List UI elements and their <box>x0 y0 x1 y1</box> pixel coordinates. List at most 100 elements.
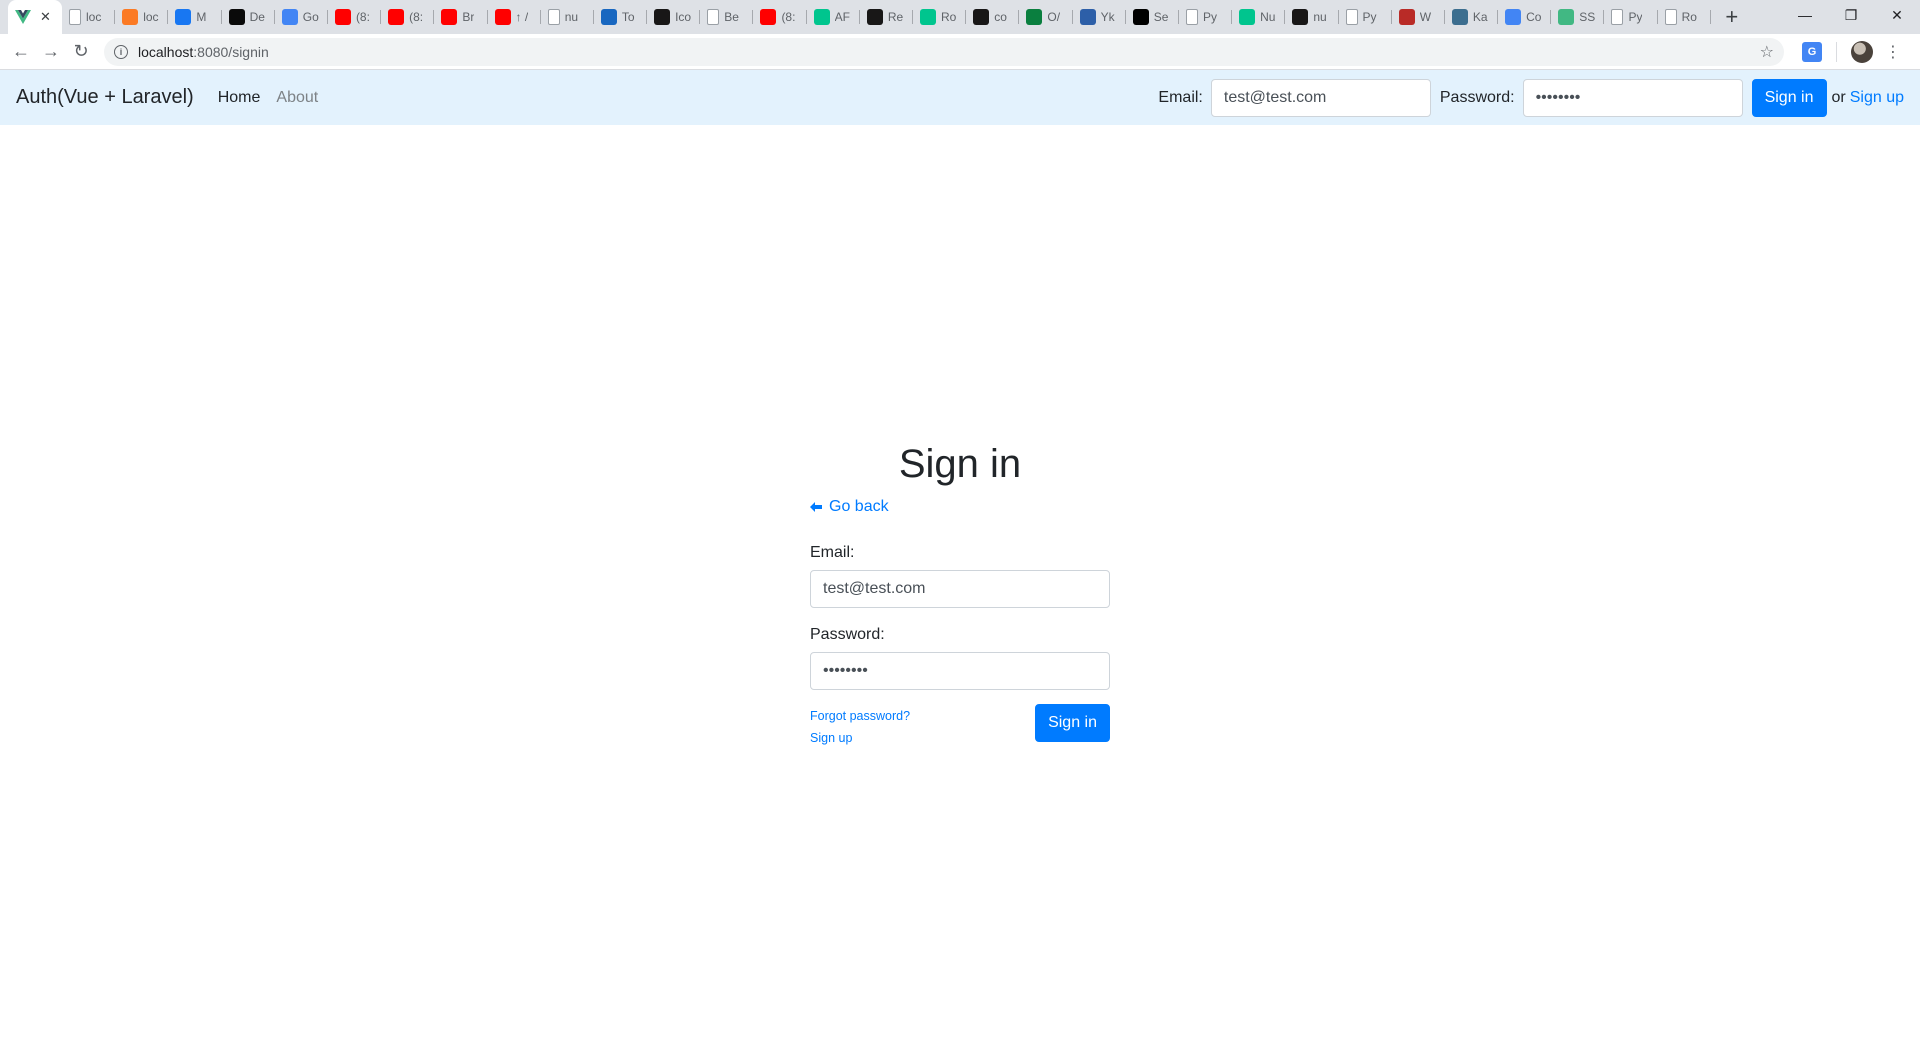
url-path: :8080/signin <box>193 43 269 60</box>
youtube-icon <box>441 9 458 25</box>
tab-title: co <box>994 10 1007 24</box>
address-bar[interactable]: i localhost:8080/signin ☆ <box>104 37 1784 66</box>
signup-link[interactable]: Sign up <box>810 731 910 745</box>
browser-tab[interactable]: loc <box>62 0 116 34</box>
forgot-password-link[interactable]: Forgot password? <box>810 709 910 723</box>
reload-icon[interactable]: ↻ <box>66 37 96 67</box>
navbar-signin-button[interactable]: Sign in <box>1751 78 1827 117</box>
bookmark-star-icon[interactable]: ☆ <box>1760 42 1774 62</box>
new-tab-button[interactable]: + <box>1715 0 1749 34</box>
browser-tab[interactable]: W <box>1392 0 1445 34</box>
navbar-password-input[interactable] <box>1522 78 1743 117</box>
profile-avatar[interactable] <box>1851 40 1873 63</box>
page-title: Sign in <box>898 442 1022 486</box>
tab-title: W <box>1419 10 1432 24</box>
tab-title: Nu <box>1260 10 1276 24</box>
github-icon <box>1292 9 1309 25</box>
tab-title: Br <box>462 10 475 24</box>
tab-title: (8: <box>409 10 424 24</box>
browser-tab[interactable]: Ro <box>913 0 967 34</box>
tab-title: Ka <box>1472 10 1488 24</box>
google-translate-extension-icon[interactable]: G <box>1802 41 1822 62</box>
browser-tab[interactable]: loc <box>115 0 169 34</box>
browser-tab[interactable]: Py <box>1604 0 1658 34</box>
tab-active[interactable]: ✕ <box>8 0 62 34</box>
signin-button[interactable]: Sign in <box>1035 704 1110 742</box>
tab-title: Py <box>1628 10 1643 24</box>
youtube-icon <box>760 9 777 25</box>
restore-icon[interactable]: ❐ <box>1828 0 1874 30</box>
password-field[interactable] <box>810 652 1110 690</box>
tab-title: Se <box>1153 10 1169 24</box>
tab-title: (8: <box>355 10 370 24</box>
nav-link-about[interactable]: About <box>276 89 318 107</box>
google-translate-icon <box>281 9 298 25</box>
browser-tab[interactable]: Re <box>860 0 913 34</box>
browser-tab[interactable]: Ka <box>1445 0 1499 34</box>
navbar-signup-link[interactable]: Sign up <box>1850 89 1904 107</box>
password-label: Password: <box>810 626 885 643</box>
facebook-icon <box>175 9 192 25</box>
vue-icon <box>15 9 31 25</box>
browser-tab[interactable]: Py <box>1179 0 1233 34</box>
page-icon <box>1185 9 1198 25</box>
tab-title: nu <box>1313 10 1327 24</box>
browser-tab[interactable]: Yk <box>1073 0 1126 34</box>
browser-tab[interactable]: (8: <box>328 0 382 34</box>
tab-title: Re <box>887 10 904 24</box>
tab-title: Py <box>1202 10 1217 24</box>
browser-tab[interactable]: Se <box>1126 0 1179 34</box>
tab-title: Ico <box>675 10 692 24</box>
browser-tab[interactable]: O/ <box>1019 0 1073 34</box>
browser-tab[interactable]: M <box>168 0 222 34</box>
browser-tab[interactable]: nu <box>1285 0 1339 34</box>
browser-tab[interactable]: Ro <box>1658 0 1711 34</box>
site-info-icon[interactable]: i <box>114 44 128 59</box>
back-arrow-icon[interactable]: ← <box>6 37 36 67</box>
browser-tab-strip: ✕ loc loc M De Go (8: (8: Br ↑ / nu To Ico Be (8: AF Re… <box>0 0 1920 34</box>
page-icon <box>1611 9 1624 25</box>
browser-tab[interactable]: co <box>966 0 1020 34</box>
tab-title: loc <box>143 10 159 24</box>
window-controls: — ❐ ✕ <box>1782 0 1920 30</box>
page-icon <box>707 9 720 25</box>
inactive-tabs: loc loc M De Go (8: (8: Br ↑ / nu To Ico Be (8: AF Re Ro… <box>62 0 1711 34</box>
browser-tab[interactable]: AF <box>807 0 860 34</box>
browser-tab[interactable]: nu <box>541 0 594 34</box>
signin-panel: Sign in Go back Email: Password: Forgot … <box>810 440 1110 753</box>
browser-tab[interactable]: De <box>222 0 275 34</box>
navbar-email-label: Email: <box>1158 88 1203 106</box>
browser-tab[interactable]: ↑ / <box>488 0 541 34</box>
forward-arrow-icon[interactable]: → <box>36 37 66 67</box>
minimize-icon[interactable]: — <box>1782 0 1828 30</box>
browser-tab[interactable]: Co <box>1498 0 1552 34</box>
tab-title: To <box>621 10 635 24</box>
close-tab-icon[interactable]: ✕ <box>40 9 51 25</box>
browser-menu-icon[interactable]: ⋮ <box>1883 42 1903 62</box>
tab-title: nu <box>564 10 579 24</box>
browser-tab[interactable]: Br <box>434 0 488 34</box>
app-navbar: Auth(Vue + Laravel) Home About Email: Pa… <box>0 70 1920 125</box>
browser-tab[interactable]: Be <box>700 0 754 34</box>
browser-tab[interactable]: (8: <box>381 0 435 34</box>
browser-tab[interactable]: Nu <box>1232 0 1286 34</box>
navbar-email-input[interactable] <box>1210 78 1431 117</box>
browser-tab[interactable]: (8: <box>753 0 807 34</box>
browser-tab[interactable]: SS <box>1551 0 1605 34</box>
go-back-link[interactable]: Go back <box>810 498 1110 516</box>
github-icon <box>866 9 883 25</box>
browser-tab[interactable]: Go <box>275 0 328 34</box>
email-field[interactable] <box>810 570 1110 608</box>
browser-tab[interactable]: Ico <box>647 0 701 34</box>
tab-title: Go <box>302 10 319 24</box>
close-window-icon[interactable]: ✕ <box>1874 0 1920 30</box>
vue-icon <box>1558 9 1575 25</box>
hand-pointing-left-icon <box>810 502 822 512</box>
stackoverflow-icon <box>1079 9 1096 25</box>
devto-icon <box>228 9 245 25</box>
browser-tab[interactable]: To <box>594 0 648 34</box>
nav-link-home[interactable]: Home <box>218 89 261 107</box>
navbar-brand[interactable]: Auth(Vue + Laravel) <box>16 86 194 109</box>
browser-toolbar: ← → ↻ i localhost:8080/signin ☆ G ⋮ <box>0 34 1920 70</box>
browser-tab[interactable]: Py <box>1339 0 1392 34</box>
